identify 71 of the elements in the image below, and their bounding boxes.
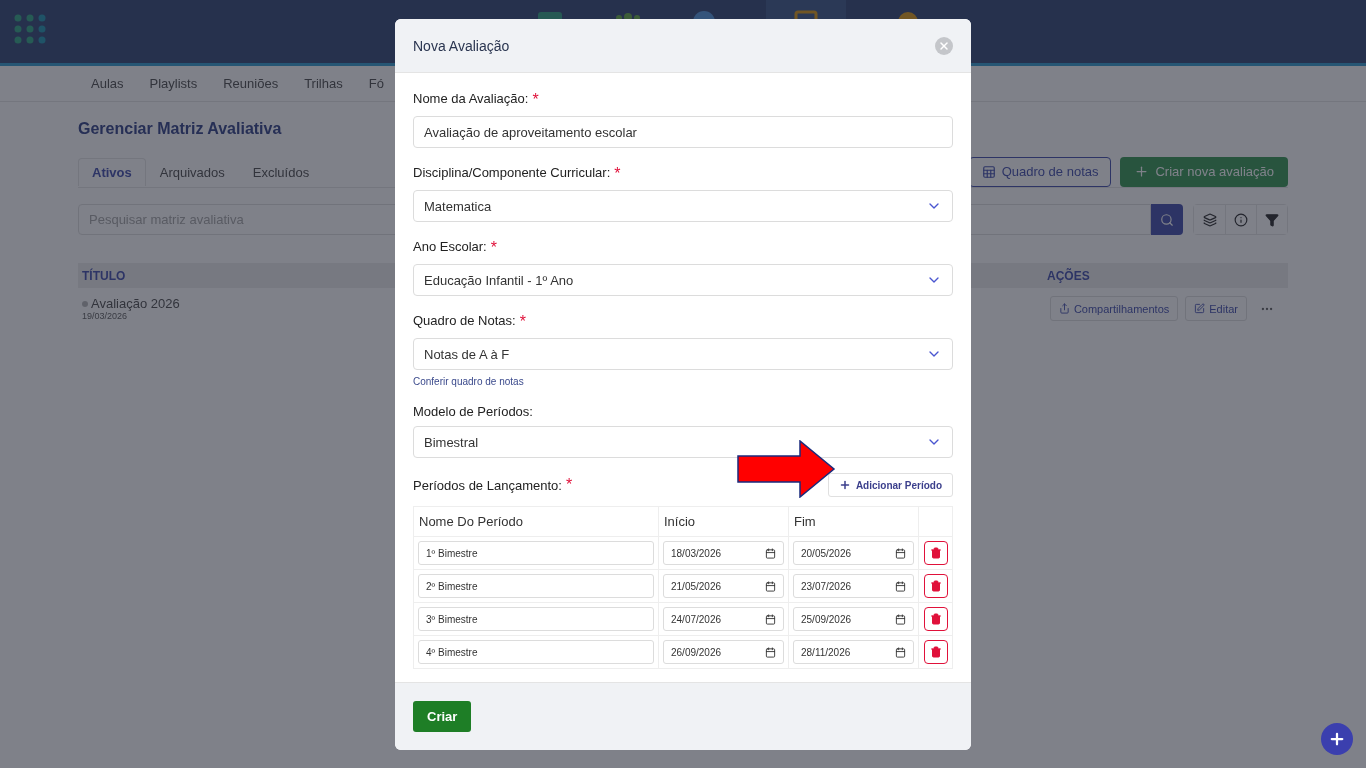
calendar-icon <box>895 580 906 592</box>
close-icon <box>938 39 950 52</box>
delete-button[interactable] <box>923 607 948 631</box>
row-title: Avaliação 2026 <box>91 296 180 311</box>
edit-icon <box>1194 303 1206 314</box>
trash-icon <box>929 580 942 592</box>
date-field[interactable]: 25/09/2026 <box>793 607 914 631</box>
calendar-icon <box>895 613 906 625</box>
date-field[interactable]: 20/05/2026 <box>793 541 914 565</box>
search-icon <box>1160 212 1174 227</box>
filter-button[interactable] <box>1256 205 1287 234</box>
status-dot <box>82 300 88 307</box>
plus-icon <box>838 479 851 491</box>
select-field[interactable]: Notas de A à F <box>413 338 953 370</box>
calendar-icon <box>895 646 906 658</box>
input-field[interactable]: Avaliação de aproveitamento escolar <box>413 116 953 148</box>
column-header: Fim <box>788 506 919 537</box>
required-mark: * <box>532 91 539 109</box>
calendar-icon <box>765 646 776 658</box>
select-field[interactable]: Matematica <box>413 190 953 222</box>
field-label: Períodos de Lançamento: <box>413 477 562 493</box>
date-field[interactable]: 23/07/2026 <box>793 574 914 598</box>
add-button[interactable] <box>1321 723 1353 755</box>
trash-icon <box>929 547 942 559</box>
required-mark: * <box>565 476 573 494</box>
column-header: Nome Do Período <box>413 506 659 537</box>
row-date: 19/03/2026 <box>82 311 129 321</box>
field-label: Ano Escolar: <box>413 239 487 256</box>
period-name-field[interactable]: 2º Bimestre <box>418 574 654 598</box>
date-field[interactable]: 26/09/2026 <box>663 640 784 664</box>
field-label: Quadro de Notas: <box>413 313 516 330</box>
column-header: AÇÕES <box>1047 268 1091 283</box>
plus-icon <box>1328 730 1346 748</box>
required-mark: * <box>519 313 526 331</box>
modal-title: Nova Avaliação <box>413 37 510 54</box>
table-icon <box>981 164 996 179</box>
date-field[interactable]: 21/05/2026 <box>663 574 784 598</box>
submit-button[interactable]: Criar <box>413 701 472 732</box>
required-mark: * <box>490 239 497 257</box>
column-header: Início <box>658 506 789 537</box>
calendar-icon <box>765 613 776 625</box>
search-button[interactable] <box>1151 204 1183 235</box>
calendar-icon <box>765 547 776 559</box>
share-icon <box>1058 303 1070 314</box>
add-period-button[interactable]: Adicionar Período <box>827 473 953 497</box>
select-field[interactable]: Educação Infantil - 1º Ano <box>413 264 953 296</box>
period-name-field[interactable]: 3º Bimestre <box>418 607 654 631</box>
date-field[interactable]: 18/03/2026 <box>663 541 784 565</box>
page-title: Gerenciar Matriz Avaliativa <box>78 120 282 139</box>
plus-icon <box>1134 164 1150 179</box>
field-label: Disciplina/Componente Curricular: <box>413 165 611 182</box>
app-grid-icon <box>14 14 46 46</box>
trash-icon <box>929 646 942 658</box>
period-name-field[interactable]: 4º Bimestre <box>418 640 654 664</box>
field-label: Modelo de Períodos: <box>413 404 533 419</box>
delete-button[interactable] <box>923 541 948 565</box>
column-header: TÍTULO <box>82 268 126 283</box>
date-field[interactable]: 28/11/2026 <box>793 640 914 664</box>
filter-icon <box>1265 212 1279 227</box>
trash-icon <box>929 613 942 625</box>
layers-icon <box>1202 212 1217 227</box>
calendar-icon <box>765 580 776 592</box>
date-field[interactable]: 24/07/2026 <box>663 607 784 631</box>
link[interactable]: Conferir quadro de notas <box>413 376 524 387</box>
calendar-icon <box>895 547 906 559</box>
field-label: Nome da Avaliação: <box>413 91 529 108</box>
delete-button[interactable] <box>923 574 948 598</box>
delete-button[interactable] <box>923 640 948 664</box>
info-icon <box>1234 212 1248 227</box>
required-mark: * <box>614 165 621 183</box>
period-name-field[interactable]: 1º Bimestre <box>418 541 654 565</box>
